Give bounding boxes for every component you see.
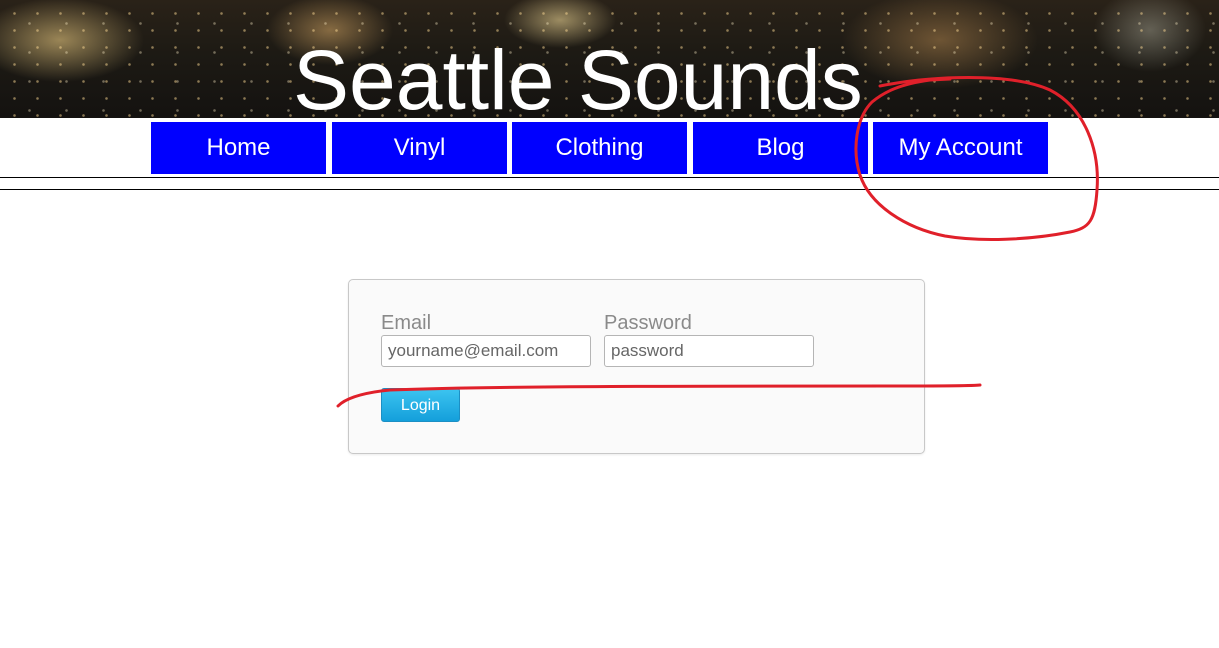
nav-item-clothing[interactable]: Clothing <box>512 122 687 174</box>
login-button[interactable]: Login <box>381 388 460 422</box>
site-title: Seattle Sounds <box>293 33 863 118</box>
main-nav: Home Vinyl Clothing Blog My Account <box>0 118 1219 178</box>
nav-item-blog[interactable]: Blog <box>693 122 868 174</box>
page: Seattle Sounds Home Vinyl Clothing Blog … <box>0 0 1219 648</box>
email-label: Email <box>381 312 432 334</box>
login-form: Email Password Login <box>348 279 925 454</box>
nav-item-vinyl[interactable]: Vinyl <box>332 122 507 174</box>
divider-bottom <box>0 189 1219 190</box>
email-field[interactable] <box>381 335 591 367</box>
header-banner: Seattle Sounds <box>0 0 1219 118</box>
divider-top <box>0 177 1219 178</box>
nav-item-home[interactable]: Home <box>151 122 326 174</box>
nav-item-my-account[interactable]: My Account <box>873 122 1048 174</box>
password-label: Password <box>604 312 692 334</box>
password-field[interactable] <box>604 335 814 367</box>
